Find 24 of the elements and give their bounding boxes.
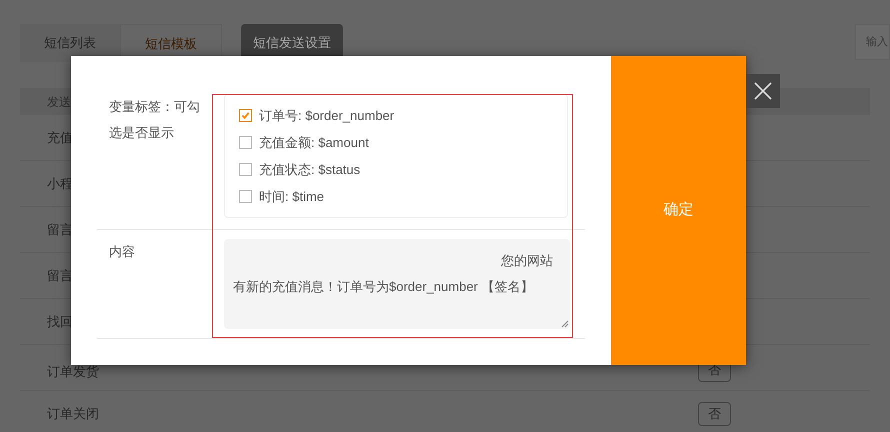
close-button[interactable] bbox=[746, 74, 780, 108]
table-cell-text: 留言 bbox=[47, 266, 73, 285]
checkbox-label: 充值金额: $amount bbox=[259, 134, 369, 152]
close-icon bbox=[753, 81, 773, 101]
textarea-line: 您的网站 bbox=[500, 252, 554, 270]
field-label: 变量标签：可勾选是否显示 bbox=[108, 98, 201, 142]
table-cell-text: 充值 bbox=[47, 128, 73, 147]
table-cell-text: 留言 bbox=[47, 220, 73, 239]
checkbox[interactable] bbox=[239, 190, 252, 203]
table-cell-text: 订单发货 bbox=[47, 362, 99, 381]
checkbox[interactable] bbox=[239, 163, 252, 176]
content-textarea[interactable]: 您的网站 有新的充值消息！订单号为$order_number 【签名】 bbox=[224, 239, 570, 329]
toggle-button[interactable]: 否 bbox=[698, 402, 731, 426]
checkbox-label: 时间: $time bbox=[259, 188, 324, 206]
checkbox[interactable] bbox=[239, 136, 252, 149]
confirm-button[interactable]: 确定 bbox=[611, 56, 746, 365]
table-cell-text: 订单关闭 bbox=[47, 404, 99, 423]
check-icon bbox=[241, 111, 250, 120]
checkbox[interactable] bbox=[239, 109, 252, 122]
textarea-line: 有新的充值消息！订单号为$order_number 【签名】 bbox=[233, 278, 534, 296]
field-label: 内容 bbox=[108, 243, 136, 261]
resize-handle-icon bbox=[561, 320, 569, 328]
checkbox-label: 订单号: $order_number bbox=[259, 106, 394, 125]
checkbox-label: 充值状态: $status bbox=[259, 160, 360, 179]
